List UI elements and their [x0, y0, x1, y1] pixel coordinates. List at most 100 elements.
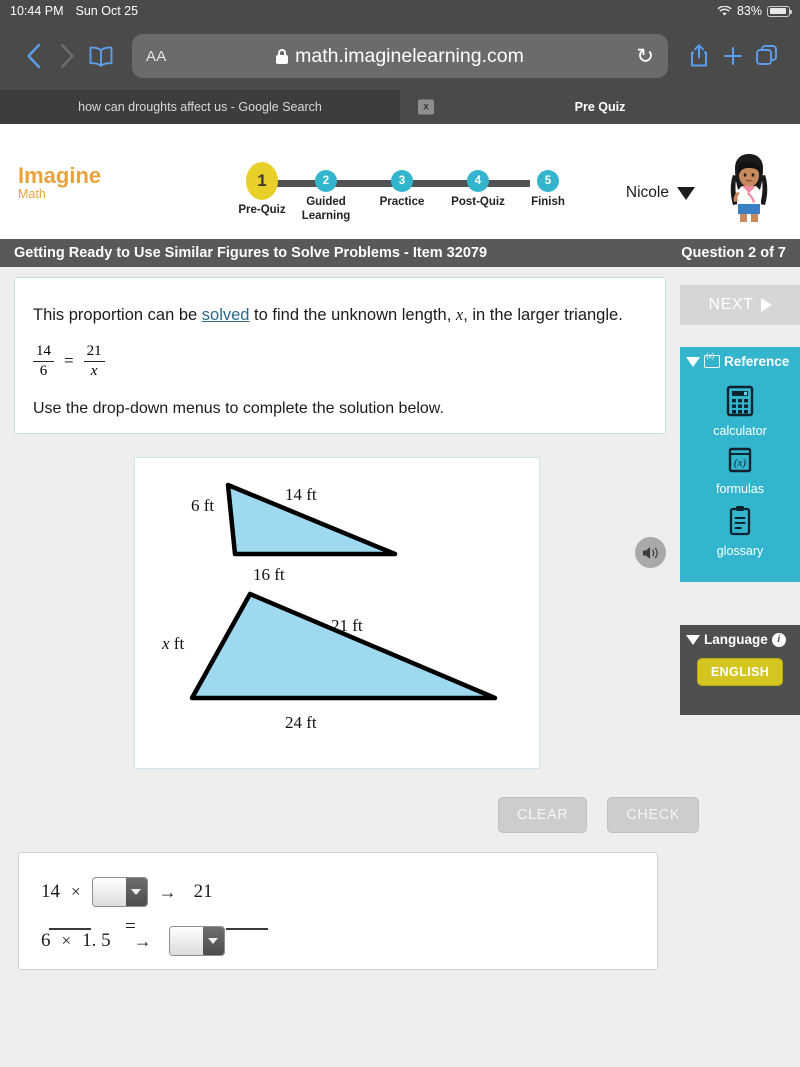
browser-tab-inactive[interactable]: how can droughts affect us - Google Sear… [0, 90, 400, 124]
plus-icon[interactable] [716, 45, 750, 67]
question-counter: Question 2 of 7 [681, 245, 786, 261]
status-time: 10:44 PM [10, 4, 64, 18]
wifi-icon [717, 4, 732, 17]
tool-formulas[interactable]: (x) formulas [680, 447, 800, 496]
step-label: Pre-Quiz [238, 204, 286, 216]
speaker-icon[interactable] [635, 537, 666, 568]
user-menu[interactable]: Nicole [626, 184, 695, 202]
language-panel: Language i ENGLISH [680, 625, 800, 715]
info-icon[interactable]: i [771, 632, 786, 647]
close-icon[interactable]: x [418, 99, 434, 115]
play-triangle-icon [760, 298, 772, 312]
top-numerator: 14 [41, 881, 60, 902]
numerator: 21 [83, 343, 105, 362]
next-label: NEXT [708, 296, 754, 313]
question-panel: This proportion can be solved to find th… [14, 277, 666, 434]
next-button[interactable]: NEXT [680, 285, 800, 325]
progress-step-1[interactable]: 1 Pre-Quiz [230, 162, 294, 218]
left-fraction-bar [49, 928, 91, 930]
bottom-dropdown-value [169, 927, 203, 955]
back-icon[interactable] [16, 42, 50, 70]
denominator: 6 [39, 362, 48, 379]
small-triangle-base-label: 16 ft [253, 565, 285, 584]
share-icon[interactable] [682, 43, 716, 69]
progress-step-5[interactable]: 5 Finish [520, 170, 576, 210]
battery-percent: 83% [736, 4, 762, 18]
book-icon[interactable] [84, 45, 118, 68]
numerator: 14 [33, 343, 54, 362]
left-fraction: 14 6 [33, 343, 54, 380]
prompt-text-2: to find the unknown length, [249, 306, 456, 324]
forward-icon[interactable] [50, 42, 84, 70]
chevron-down-icon[interactable] [202, 927, 224, 955]
prompt-text-3: , in the larger triangle. [463, 306, 623, 324]
logo-line-1: Imagine [18, 163, 102, 188]
text-size-button[interactable]: AA [146, 48, 167, 65]
action-buttons: CLEAR CHECK [498, 797, 700, 833]
tab-title: how can droughts affect us - Google Sear… [78, 100, 322, 114]
svg-text:(x): (x) [734, 457, 747, 469]
top-multiply-sign: × [71, 882, 81, 901]
large-triangle-shape [189, 591, 498, 701]
progress-step-4[interactable]: 4 Post-Quiz [446, 170, 510, 210]
ios-status-bar: 10:44 PM Sun Oct 25 83% [0, 0, 800, 22]
large-triangle-hyp-label: 21 ft [331, 616, 363, 635]
browser-toolbar: AA math.imaginelearning.com ↻ [0, 22, 800, 90]
top-arrow: → [158, 881, 177, 902]
language-english-button[interactable]: ENGLISH [696, 658, 784, 686]
small-triangle-hyp-label: 14 ft [285, 485, 317, 504]
equals-sign: = [64, 351, 74, 371]
question-instruction: Use the drop-down menus to complete the … [33, 400, 444, 417]
imagine-math-logo: Imagine Math [18, 164, 101, 201]
large-triangle-base-label: 24 ft [285, 713, 317, 732]
reference-label: Reference [724, 354, 790, 369]
question-prompt: This proportion can be solved to find th… [33, 305, 623, 325]
tool-calculator[interactable]: calculator [680, 385, 800, 438]
reference-glyph-icon [704, 353, 720, 368]
lock-icon [276, 48, 289, 64]
bottom-arrow: → [133, 930, 152, 951]
tabs-overview-icon[interactable] [750, 44, 784, 68]
language-panel-header[interactable]: Language i [680, 625, 800, 654]
proportion-equation: 14 6 = 21 x [33, 343, 105, 380]
triangle-down-icon[interactable] [686, 356, 700, 367]
avatar[interactable] [718, 152, 780, 224]
logo-line-2: Math [18, 187, 46, 202]
small-triangle-side-label: 6 ft [191, 496, 214, 515]
tool-glossary[interactable]: glossary [680, 505, 800, 558]
step-label: Practice [379, 196, 425, 208]
top-result: 21 [193, 881, 213, 902]
step-number: 4 [467, 170, 489, 192]
reference-panel-header[interactable]: Reference [680, 347, 800, 376]
clear-button[interactable]: CLEAR [498, 797, 588, 833]
large-triangle-side-label: x ft [161, 634, 184, 653]
browser-tab-strip: how can droughts affect us - Google Sear… [0, 90, 800, 124]
top-dropdown-value [92, 878, 126, 906]
solved-link[interactable]: solved [202, 306, 250, 324]
step-label: Post-Quiz [451, 196, 505, 208]
reload-icon[interactable]: ↻ [636, 44, 654, 69]
bottom-numerator: 6 [41, 930, 51, 951]
step-number: 5 [537, 170, 559, 192]
step-number: 2 [315, 170, 337, 192]
denominator: x [90, 362, 98, 379]
clipboard-icon [729, 506, 751, 536]
bottom-factor: 1. 5 [82, 930, 111, 951]
status-date: Sun Oct 25 [75, 4, 139, 18]
right-fraction: 21 x [83, 343, 105, 380]
step-number: 1 [246, 162, 278, 200]
check-button[interactable]: CHECK [607, 797, 700, 833]
browser-tab-active[interactable]: x Pre Quiz [400, 90, 800, 124]
user-name: Nicole [625, 184, 669, 201]
address-bar[interactable]: AA math.imaginelearning.com ↻ [132, 34, 668, 78]
bottom-dropdown[interactable] [168, 926, 225, 956]
url-text: math.imaginelearning.com [295, 44, 524, 67]
chevron-down-icon[interactable] [125, 878, 147, 906]
solution-equals-sign: = [125, 916, 136, 937]
app-header: Imagine Math 1 Pre-Quiz 2 Guided Learnin… [0, 124, 800, 239]
progress-step-3[interactable]: 3 Practice [370, 170, 434, 210]
triangle-down-icon[interactable] [686, 634, 700, 645]
lesson-title-bar: Getting Ready to Use Similar Figures to … [0, 239, 800, 267]
top-dropdown[interactable] [91, 877, 148, 907]
progress-step-2[interactable]: 2 Guided Learning [294, 170, 358, 223]
